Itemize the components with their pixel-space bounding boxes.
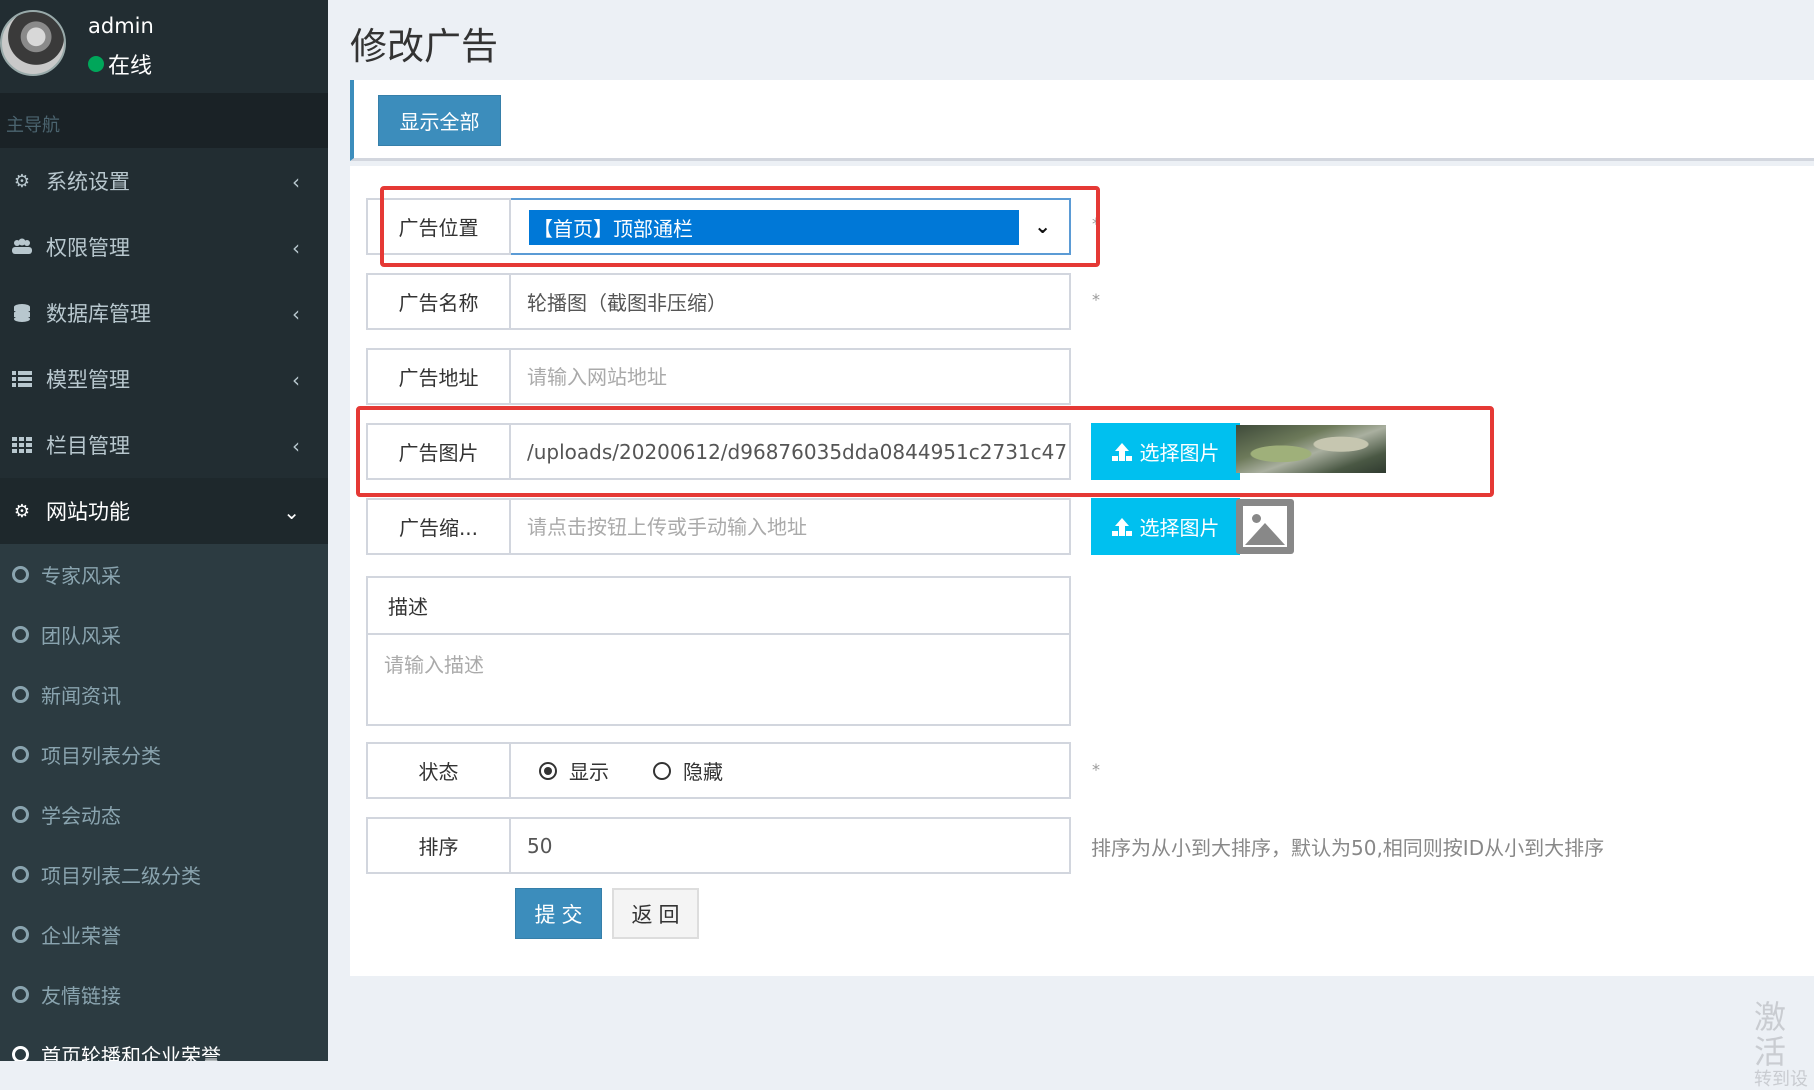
- sidebar-item-database[interactable]: 数据库管理 ‹: [0, 280, 328, 346]
- circle-icon: [12, 925, 29, 943]
- status-radio-group: 显示 隐藏: [511, 742, 1071, 799]
- submenu-item[interactable]: 专家风采: [0, 544, 328, 604]
- url-label: 广告地址: [366, 348, 511, 405]
- sidebar-item-label: 模型管理: [46, 368, 130, 392]
- submenu-item[interactable]: 项目列表二级分类: [0, 844, 328, 904]
- submenu-item[interactable]: 项目列表分类: [0, 724, 328, 784]
- sidebar: admin 在线 主导航 ⚙ 系统设置 ‹ 权限管理 ‹ 数据库管理 ‹ 模型管…: [0, 0, 328, 1061]
- submit-button[interactable]: 提交: [515, 888, 602, 939]
- thumb-label: 广告缩...: [366, 498, 511, 555]
- image-placeholder-icon: [1236, 499, 1294, 554]
- name-input[interactable]: [511, 273, 1071, 330]
- submenu-item[interactable]: 友情链接: [0, 964, 328, 1024]
- submenu-item[interactable]: 企业荣誉: [0, 904, 328, 964]
- circle-icon: [12, 865, 29, 883]
- sidebar-item-site-functions[interactable]: ⚙ 网站功能 ⌄: [0, 478, 328, 544]
- circle-icon: [12, 805, 29, 823]
- submenu: 专家风采 团队风采 新闻资讯 项目列表分类 学会动态 项目列表二级分类 企业荣誉…: [0, 544, 328, 1061]
- description-label: 描述: [368, 578, 1069, 635]
- radio-unchecked-icon: [653, 761, 671, 780]
- sidebar-item-label: 网站功能: [46, 500, 130, 524]
- url-row: 广告地址: [366, 348, 1071, 405]
- chevron-left-icon: ‹: [292, 170, 300, 194]
- user-status-text: 在线: [108, 54, 153, 79]
- description-textarea[interactable]: [368, 635, 1069, 724]
- required-mark: *: [1092, 290, 1100, 309]
- thumb-row: 广告缩...: [366, 498, 1071, 555]
- submenu-item[interactable]: 学会动态: [0, 784, 328, 844]
- name-row: 广告名称: [366, 273, 1071, 330]
- submenu-item-active[interactable]: 首页轮播和企业荣誉: [0, 1024, 328, 1061]
- name-label: 广告名称: [366, 273, 511, 330]
- url-input[interactable]: [511, 348, 1071, 405]
- sidebar-item-permissions[interactable]: 权限管理 ‹: [0, 214, 328, 280]
- sort-input[interactable]: [511, 817, 1071, 874]
- sidebar-item-columns[interactable]: 栏目管理 ‹: [0, 412, 328, 478]
- online-status-icon: [88, 56, 104, 72]
- show-all-button[interactable]: 显示全部: [378, 95, 501, 146]
- sidebar-item-label: 权限管理: [46, 236, 130, 260]
- back-button[interactable]: 返回: [612, 888, 699, 939]
- avatar: [0, 10, 66, 76]
- gears-icon: ⚙: [13, 170, 31, 192]
- users-icon: [10, 237, 34, 257]
- chevron-left-icon: ‹: [292, 368, 300, 392]
- chevron-left-icon: ‹: [292, 434, 300, 458]
- sort-label: 排序: [366, 817, 511, 874]
- required-mark: *: [1092, 760, 1100, 779]
- circle-icon: [12, 565, 29, 583]
- activation-watermark: 激活 转到设: [1754, 1000, 1808, 1090]
- database-icon: [10, 303, 34, 323]
- select-thumb-button[interactable]: 选择图片: [1091, 498, 1240, 555]
- thumb-path-input[interactable]: [511, 498, 1071, 555]
- circle-icon: [12, 745, 29, 763]
- circle-icon: [12, 625, 29, 643]
- circle-icon: [12, 685, 29, 703]
- sidebar-item-label: 数据库管理: [46, 302, 151, 326]
- sidebar-item-models[interactable]: 模型管理 ‹: [0, 346, 328, 412]
- list-icon: [10, 369, 34, 389]
- edit-ad-form: 广告位置 【首页】顶部通栏 ⌄ * 广告名称 * 广告地址 广告图片 选择图片: [350, 166, 1814, 976]
- submenu-item[interactable]: 新闻资讯: [0, 664, 328, 724]
- toolbar: 显示全部: [350, 80, 1814, 161]
- upload-icon: [1112, 517, 1132, 536]
- user-status: 在线: [88, 48, 152, 80]
- chevron-down-icon: ⌄: [283, 500, 300, 524]
- radio-checked-icon: [539, 761, 557, 780]
- sort-row: 排序: [366, 817, 1071, 874]
- gear-icon: ⚙: [13, 500, 31, 522]
- sidebar-item-label: 栏目管理: [46, 434, 130, 458]
- annotation-box-position: [380, 186, 1100, 267]
- status-row: 状态 显示 隐藏: [366, 742, 1071, 799]
- main-content: 修改广告 显示全部 广告位置 【首页】顶部通栏 ⌄ * 广告名称 * 广告地址 …: [328, 0, 1814, 1090]
- submenu-item[interactable]: 团队风采: [0, 604, 328, 664]
- circle-icon: [12, 985, 29, 1003]
- sort-hint: 排序为从小到大排序，默认为50,相同则按ID从小到大排序: [1091, 836, 1605, 860]
- chevron-left-icon: ‹: [292, 236, 300, 260]
- grid-icon: [10, 435, 34, 455]
- user-panel: admin 在线: [0, 0, 328, 93]
- chevron-left-icon: ‹: [292, 302, 300, 326]
- sidebar-item-label: 系统设置: [46, 170, 130, 194]
- nav-header: 主导航: [0, 93, 328, 148]
- sidebar-item-system-settings[interactable]: ⚙ 系统设置 ‹: [0, 148, 328, 214]
- page-title: 修改广告: [350, 25, 498, 68]
- user-name: admin: [88, 14, 154, 38]
- description-box: 描述: [366, 576, 1071, 726]
- circle-icon: [12, 1045, 29, 1061]
- annotation-box-image: [356, 406, 1494, 497]
- status-radio-show[interactable]: 显示: [539, 756, 609, 785]
- status-label: 状态: [366, 742, 511, 799]
- status-radio-hide[interactable]: 隐藏: [653, 756, 723, 785]
